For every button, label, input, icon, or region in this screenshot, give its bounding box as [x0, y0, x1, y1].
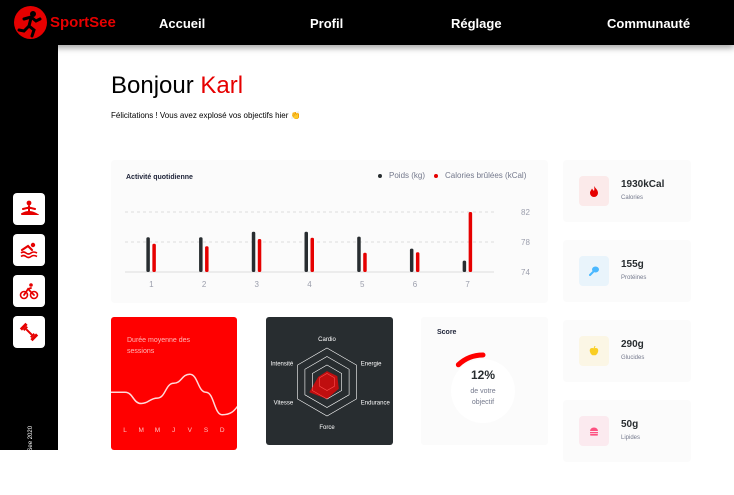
score-caption-line2: objectif: [472, 399, 494, 406]
fire-icon: [579, 176, 609, 206]
top-navbar: SportSee Accueil Profil Réglage Communau…: [0, 0, 734, 45]
sidebar-yoga-button[interactable]: [13, 193, 45, 225]
score-radial-chart: 12% de votre objectif: [451, 352, 515, 423]
sidebar-swimming-button[interactable]: [13, 234, 45, 266]
day-label: M: [155, 427, 160, 434]
sidebar: Copiryght, SportSee 2020: [0, 45, 58, 495]
swimming-icon: [20, 242, 38, 259]
day-label: M: [138, 427, 143, 434]
calories-bar: [415, 252, 420, 272]
kpi-label: Calories: [621, 195, 644, 201]
radar-label-vitesse: Vitesse: [274, 401, 294, 407]
dumbbell-icon: [19, 322, 39, 342]
calories-bar: [310, 237, 314, 272]
congrats-message: Félicitations ! Vous avez explosé vos ob…: [111, 111, 301, 120]
logo-runner-icon: [14, 6, 47, 39]
kpi-calories: 1930kCal Calories: [563, 160, 691, 222]
radar-label-cardio: Cardio: [318, 337, 336, 343]
calories-bar: [205, 246, 209, 272]
weight-bar: [146, 237, 150, 272]
activity-bar-chart: 82 78 74 1 2 3 4 5 6 7: [125, 208, 530, 289]
x-tick-label: 1: [149, 280, 154, 289]
chicken-icon: [579, 256, 609, 286]
x-tick-label: 4: [307, 280, 312, 289]
kpi-lipids: 50g Lipides: [563, 400, 691, 462]
score-value: 12%: [471, 368, 495, 382]
kpi-value: 1930kCal: [621, 179, 665, 190]
kpi-value: 290g: [621, 339, 644, 350]
user-name: Karl: [200, 72, 244, 99]
sidebar-dumbbell-button[interactable]: [13, 316, 45, 348]
radar-label-intensite: Intensité: [271, 362, 294, 368]
day-label: D: [220, 427, 225, 434]
day-label: J: [172, 427, 175, 434]
y-tick-label: 82: [521, 208, 530, 217]
copyright: Copiryght, SportSee 2020: [28, 425, 34, 495]
page-title: Bonjour Karl: [111, 72, 244, 99]
weight-bar: [304, 231, 308, 272]
score-card: Score 12% de votre objectif: [421, 317, 548, 445]
radar-label-endurance: Endurance: [361, 401, 391, 407]
score-caption-line1: de votre: [470, 388, 495, 395]
day-label: V: [188, 427, 193, 434]
kpi-value: 155g: [621, 259, 644, 270]
sessions-line-chart: LMMJVSD: [111, 373, 237, 434]
radar-label-energie: Energie: [361, 362, 382, 368]
sessions-card: Durée moyenne des sessions LMMJVSD: [111, 317, 237, 450]
day-label: L: [123, 427, 127, 434]
kpi-label: Glucides: [621, 355, 645, 361]
kpi-carbs: 290g Glucides: [563, 320, 691, 382]
x-tick-label: 6: [413, 280, 418, 289]
apple-icon: [579, 336, 609, 366]
calories-bar: [152, 243, 156, 272]
radar-label-force: Force: [319, 425, 335, 431]
y-tick-label: 78: [521, 238, 530, 247]
cycling-icon: [19, 283, 39, 300]
x-tick-label: 5: [360, 280, 365, 289]
kpi-label: Lipides: [621, 435, 641, 441]
logo-text: SportSee: [50, 14, 116, 31]
day-label: S: [204, 427, 209, 434]
nav-communaute[interactable]: Communauté: [607, 16, 690, 31]
kpi-value: 50g: [621, 419, 639, 430]
yoga-icon: [21, 200, 39, 215]
performance-card: Cardio Energie Endurance Force Vitesse Intens…: [266, 317, 393, 445]
weight-bar: [251, 231, 256, 272]
nav-reglage[interactable]: Réglage: [451, 16, 502, 31]
weight-bar: [462, 260, 467, 272]
sidebar-cycling-button[interactable]: [13, 275, 45, 307]
calories-bar: [468, 212, 473, 272]
calories-bar: [363, 252, 367, 272]
x-tick-label: 2: [202, 280, 207, 289]
performance-radar-chart: Cardio Energie Endurance Force Vitesse Intens…: [271, 337, 391, 431]
kpi-label: Protéines: [621, 275, 647, 281]
kpi-proteins: 155g Protéines: [563, 240, 691, 302]
x-tick-label: 3: [255, 280, 260, 289]
nav-profil[interactable]: Profil: [310, 16, 343, 31]
sessions-line: [111, 373, 237, 416]
calories-bar: [257, 239, 262, 272]
logo[interactable]: SportSee: [14, 6, 116, 39]
weight-bar: [357, 236, 361, 272]
x-tick-label: 7: [465, 280, 470, 289]
weight-bar: [199, 237, 203, 272]
weight-bar: [409, 248, 414, 272]
nav-accueil[interactable]: Accueil: [159, 16, 205, 31]
burger-icon: [579, 416, 609, 446]
y-tick-label: 74: [521, 268, 530, 277]
